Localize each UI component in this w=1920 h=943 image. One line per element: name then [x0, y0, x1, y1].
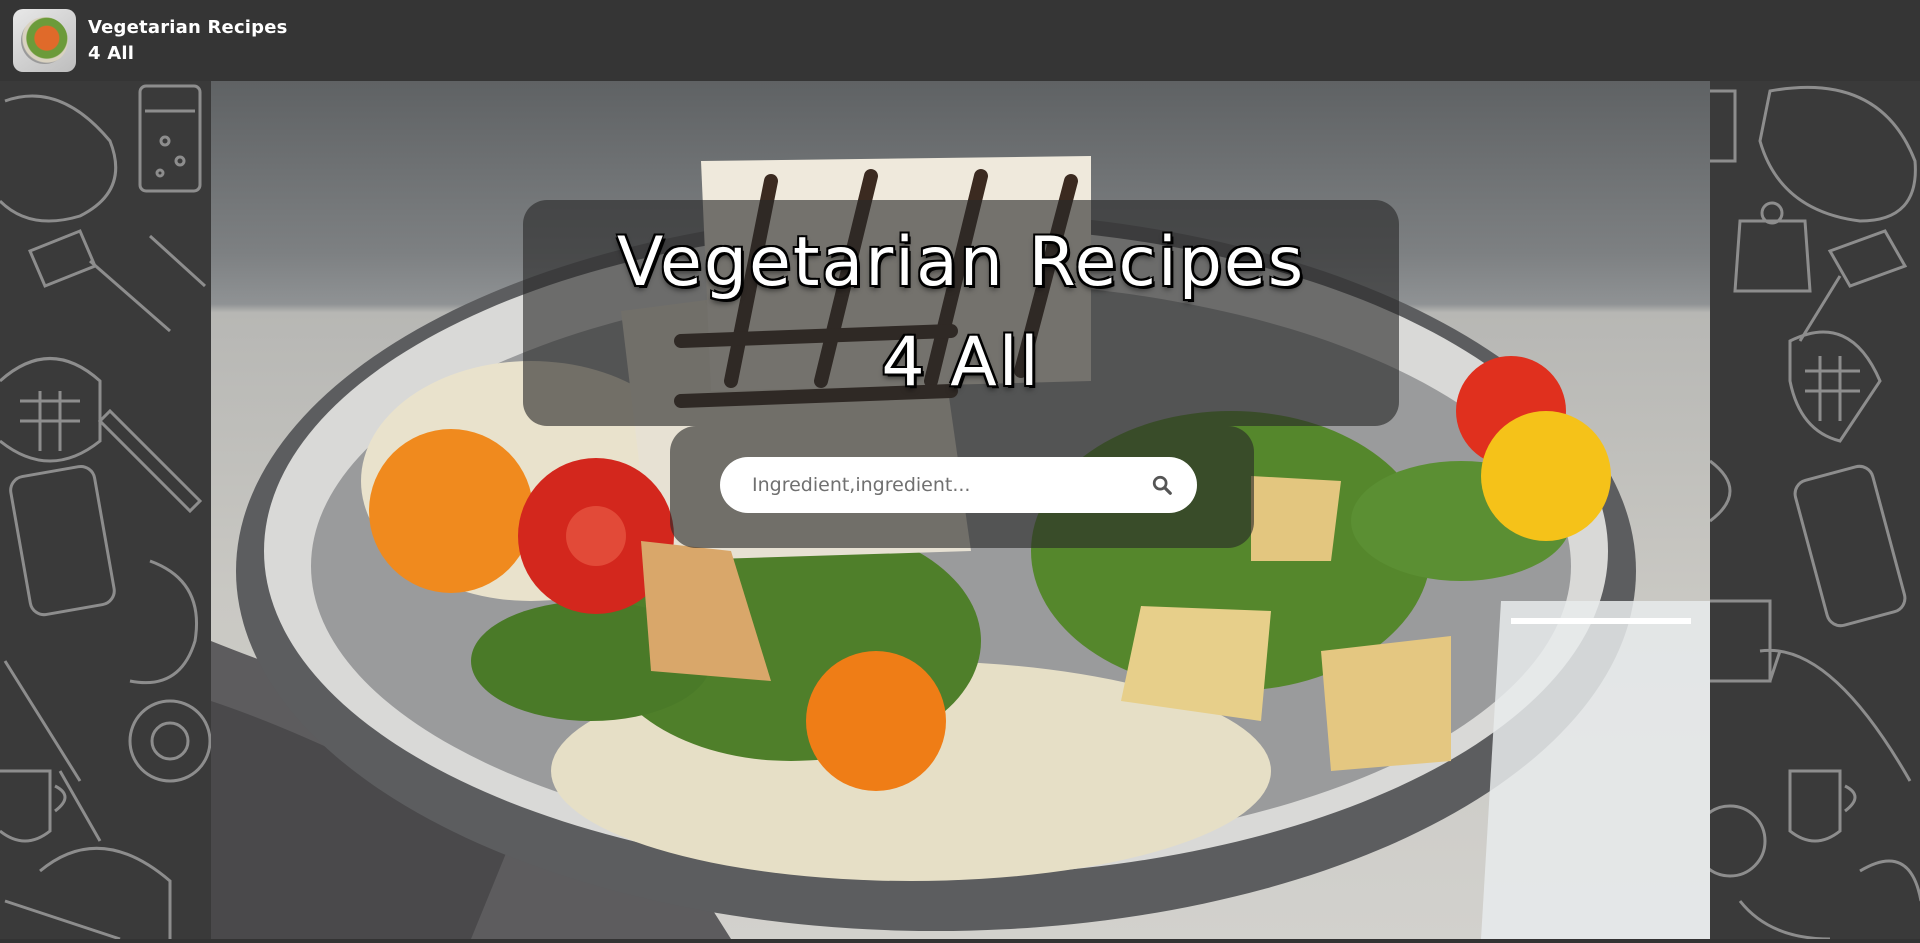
- search-button[interactable]: [1142, 465, 1182, 505]
- hero-banner: Vegetarian Recipes 4 All: [211, 81, 1710, 939]
- hero-title-line-1: Vegetarian Recipes: [616, 223, 1306, 302]
- brand-line-2: 4 All: [88, 42, 135, 64]
- search-icon: [1152, 475, 1172, 495]
- search-bar: [720, 457, 1197, 513]
- site-brand[interactable]: Vegetarian Recipes 4 All: [88, 15, 288, 67]
- site-logo[interactable]: [13, 9, 76, 72]
- right-kitchen-pattern: [1693, 81, 1920, 941]
- hero-title-line-2: 4 All: [881, 323, 1041, 402]
- salad-bowl-logo-icon: [21, 17, 68, 64]
- left-kitchen-pattern: [0, 81, 212, 941]
- ingredient-search-input[interactable]: [750, 464, 1134, 506]
- kitchen-utensils-pattern: [0, 84, 212, 941]
- kitchen-utensils-pattern: [1693, 85, 1920, 941]
- brand-line-1: Vegetarian Recipes: [88, 16, 288, 38]
- hero-title-box: Vegetarian Recipes 4 All: [523, 200, 1399, 426]
- top-navbar: Vegetarian Recipes 4 All: [0, 0, 1920, 81]
